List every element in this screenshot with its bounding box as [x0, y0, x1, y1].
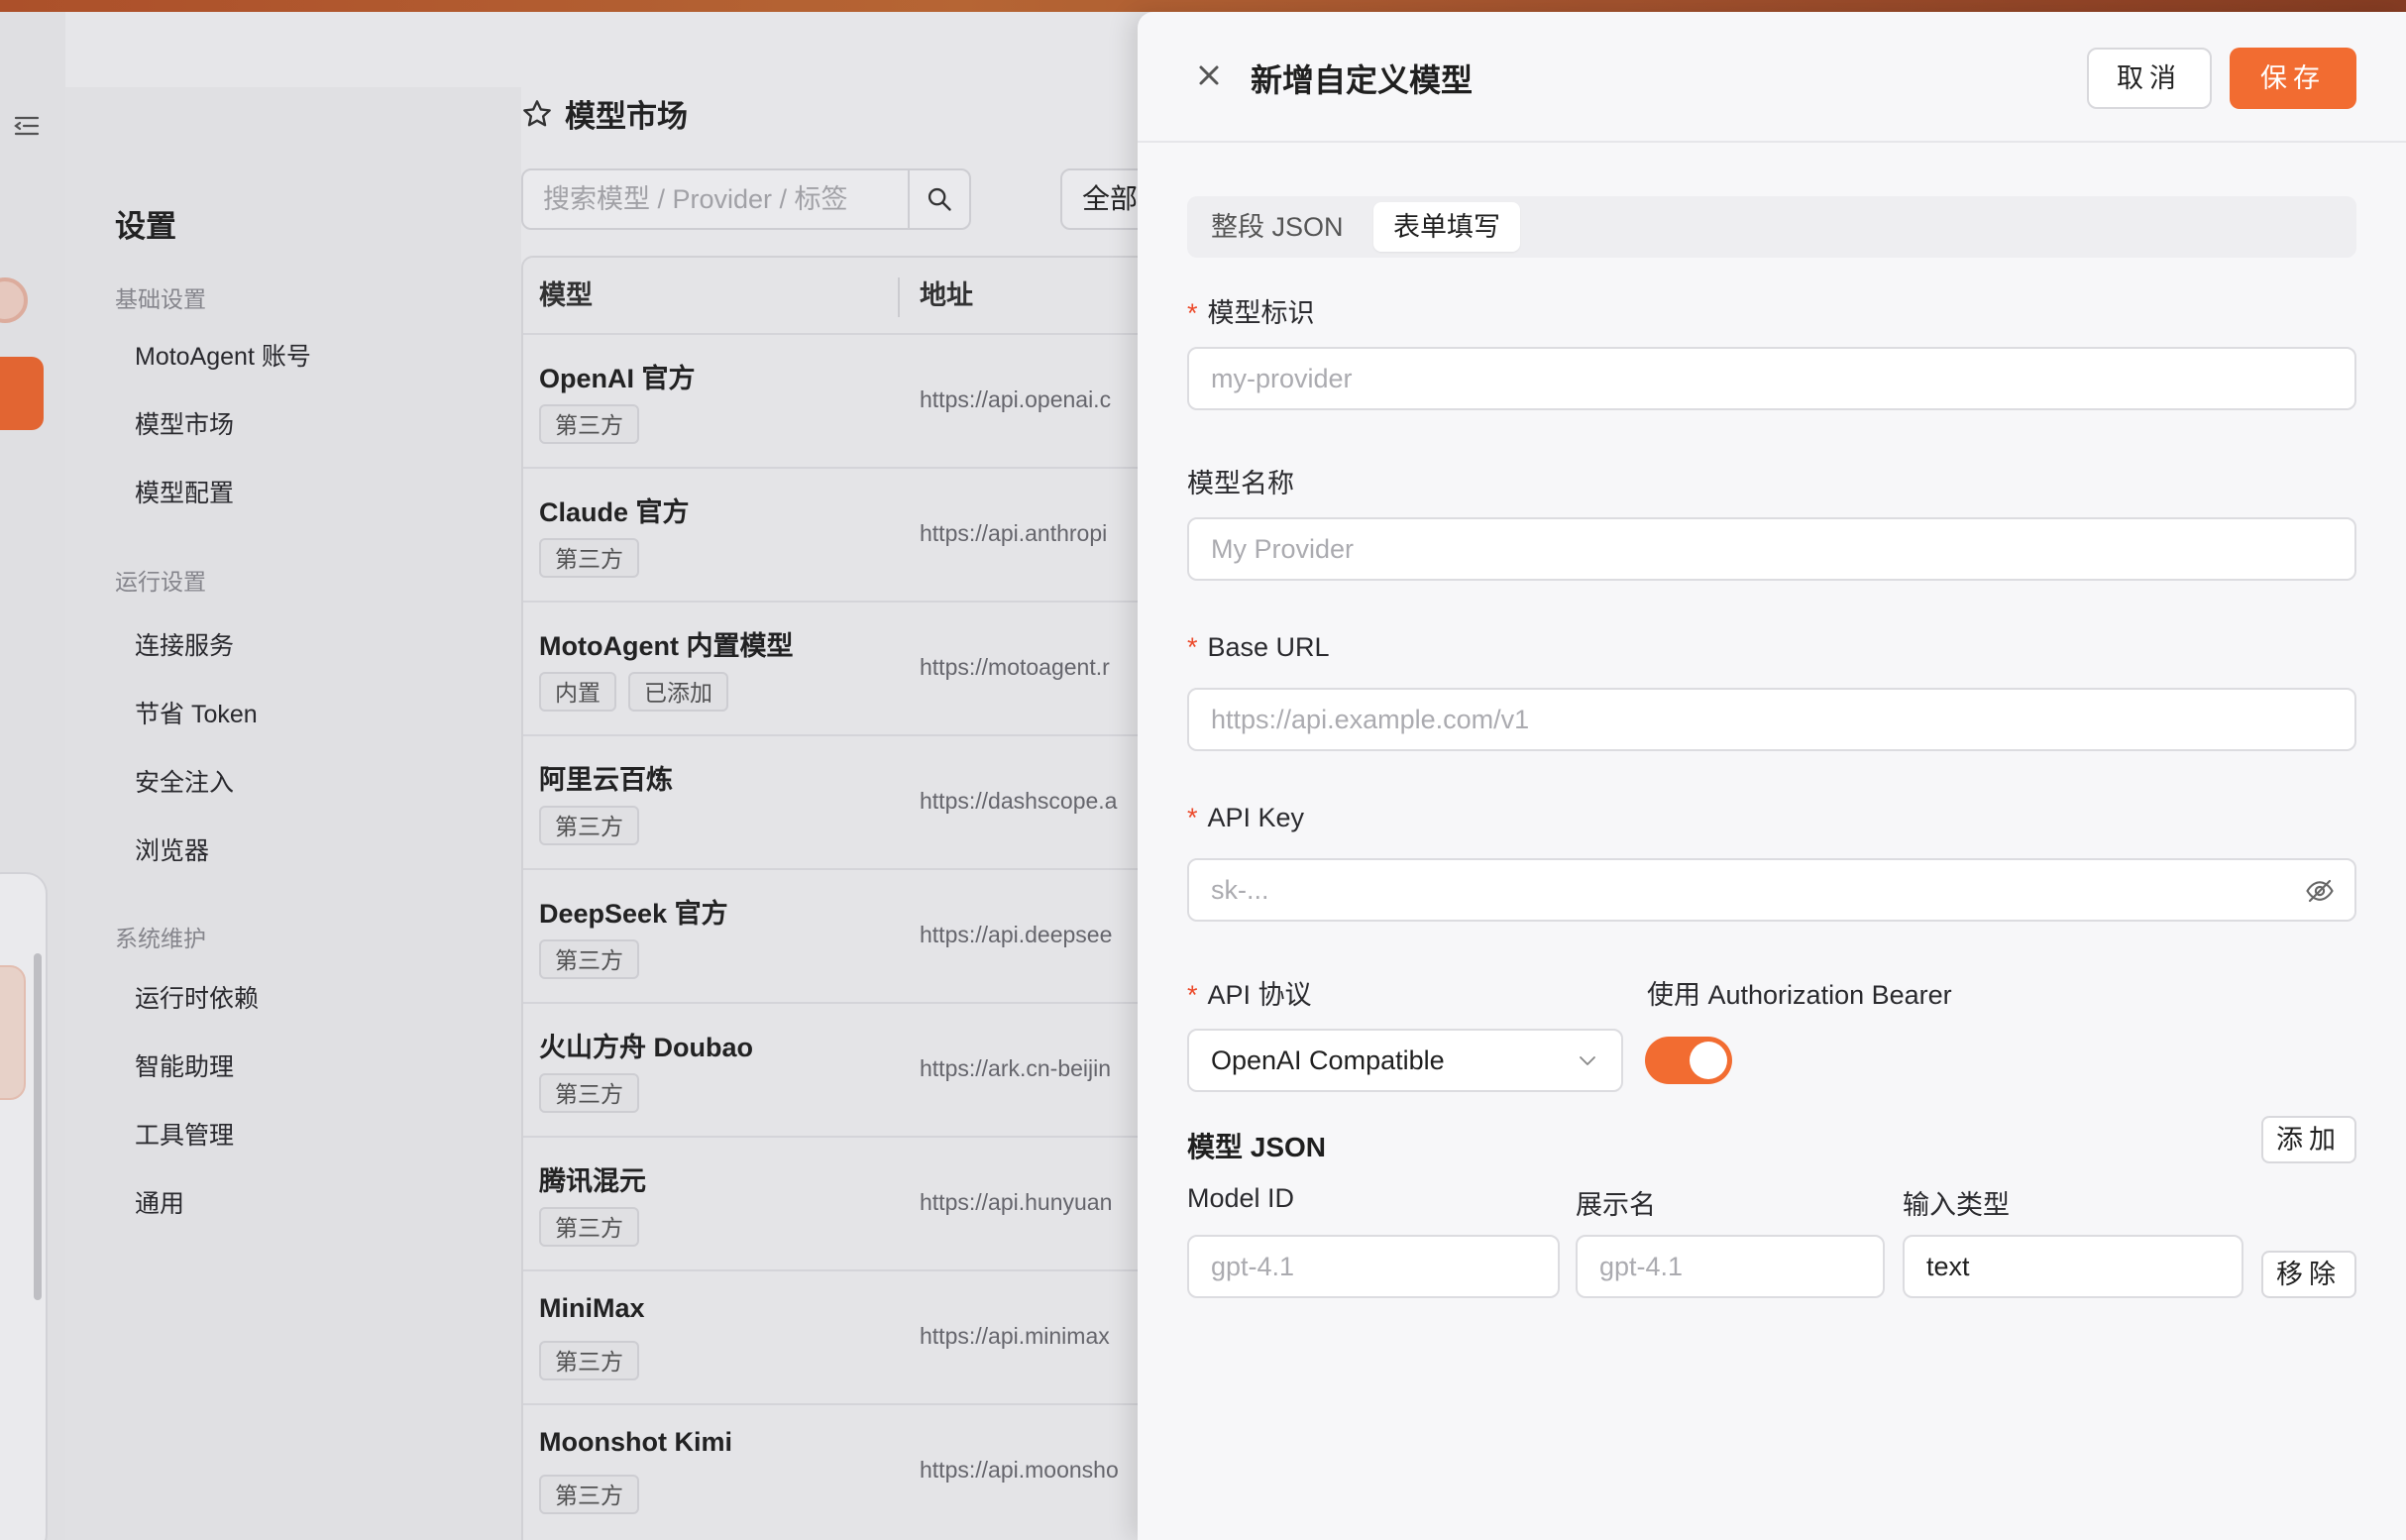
required-mark: *	[1187, 632, 1198, 662]
api-protocol-select[interactable]: OpenAI Compatible	[1187, 1029, 1623, 1092]
api-protocol-label: * API 协议	[1187, 980, 1312, 1010]
api-key-field	[1187, 858, 2356, 922]
drawer-title: 新增自定义模型	[1251, 62, 1474, 98]
row-input-type-field	[1903, 1235, 2243, 1298]
row-input-type-input[interactable]	[1905, 1237, 2242, 1296]
toggle-knob	[1690, 1042, 1727, 1079]
eye-off-icon[interactable]	[2305, 876, 2335, 906]
api-key-label: * API Key	[1187, 803, 1305, 832]
model-id-field	[1187, 347, 2356, 410]
remove-model-button[interactable]: 移除	[2261, 1251, 2356, 1298]
models-json-title: 模型 JSON	[1187, 1132, 1327, 1162]
save-button[interactable]: 保存	[2230, 48, 2356, 109]
api-key-input[interactable]	[1189, 860, 2354, 920]
base-url-input[interactable]	[1189, 690, 2354, 749]
row-model-id-input[interactable]	[1189, 1237, 1558, 1296]
required-mark: *	[1187, 980, 1198, 1010]
model-name-label: 模型名称	[1187, 469, 1294, 498]
drawer-header: 新增自定义模型 取消 保存	[1138, 12, 2406, 143]
close-button[interactable]	[1195, 61, 1223, 89]
tab-json[interactable]: 整段 JSON	[1191, 202, 1364, 252]
api-protocol-value: OpenAI Compatible	[1211, 1045, 1445, 1075]
chevron-down-icon	[1580, 1056, 1595, 1065]
column-display-name: 展示名	[1576, 1190, 1656, 1220]
base-url-label: * Base URL	[1187, 632, 1330, 662]
model-name-field	[1187, 517, 2356, 581]
required-mark: *	[1187, 298, 1198, 328]
mode-tabs: 整段 JSON 表单填写	[1187, 196, 2356, 258]
tab-form[interactable]: 表单填写	[1373, 202, 1520, 252]
add-model-button[interactable]: 添加	[2261, 1116, 2356, 1163]
row-model-id-field	[1187, 1235, 1560, 1298]
model-id-label: * 模型标识	[1187, 298, 1315, 328]
model-id-input[interactable]	[1189, 349, 2354, 408]
auth-bearer-label: 使用 Authorization Bearer	[1647, 980, 1952, 1010]
base-url-field	[1187, 688, 2356, 751]
required-mark: *	[1187, 803, 1198, 832]
close-icon	[1199, 65, 1219, 85]
add-custom-model-drawer: 新增自定义模型 取消 保存 整段 JSON 表单填写 *模型标识 模型名称 *B…	[1138, 12, 2406, 1540]
model-name-input[interactable]	[1189, 519, 2354, 579]
row-display-name-input[interactable]	[1578, 1237, 1883, 1296]
cancel-button[interactable]: 取消	[2087, 48, 2212, 109]
auth-bearer-toggle[interactable]	[1645, 1037, 1732, 1084]
column-model-id: Model ID	[1187, 1183, 1295, 1213]
column-input-type: 输入类型	[1903, 1190, 2010, 1220]
row-display-name-field	[1576, 1235, 1885, 1298]
